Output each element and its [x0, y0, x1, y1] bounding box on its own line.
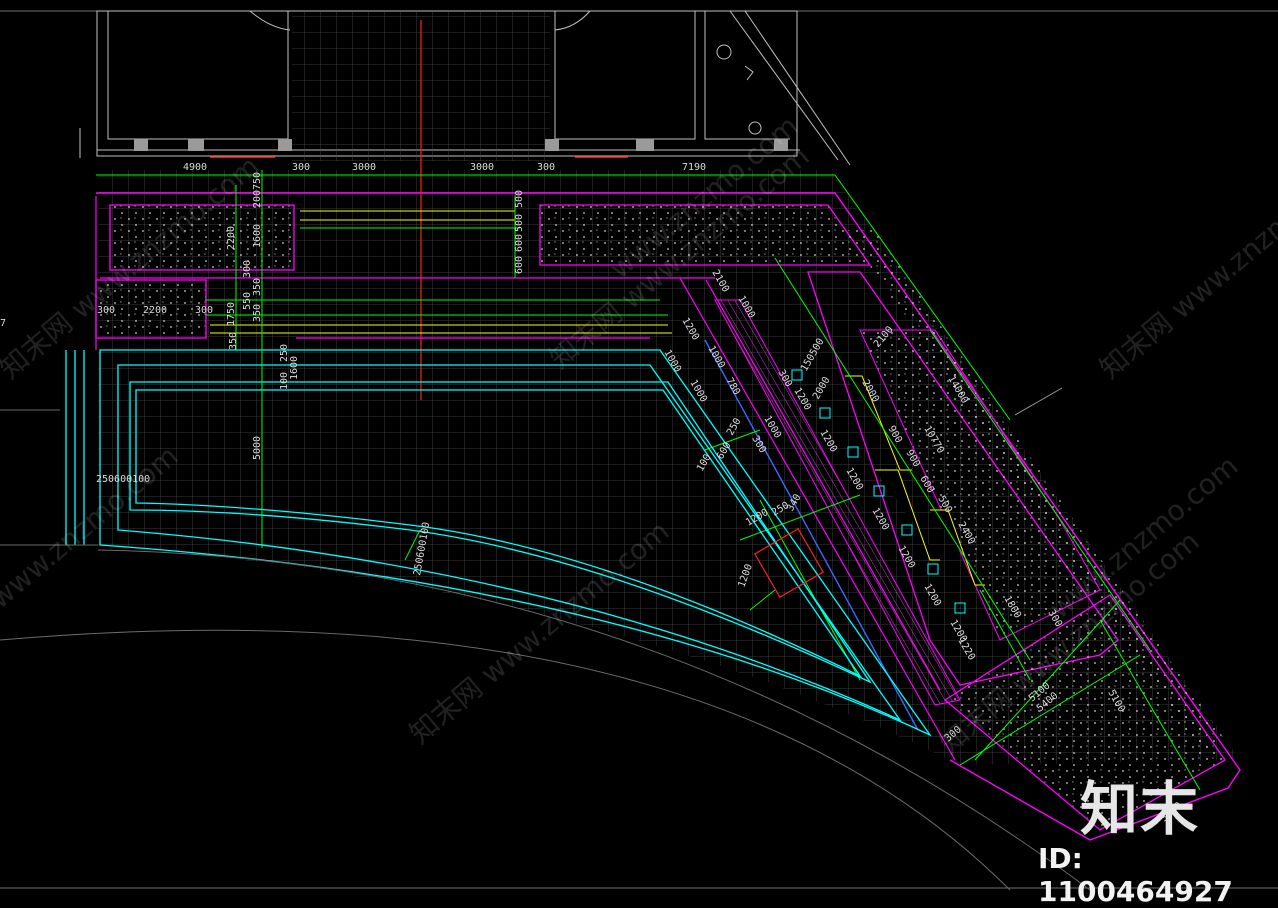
- dim-label: 750: [252, 172, 263, 190]
- dim-label: 5000: [252, 436, 263, 460]
- dim-label: 4900: [183, 162, 207, 173]
- dim-label: 3000: [352, 162, 376, 173]
- dim-label: 300: [195, 305, 213, 316]
- dim-label: 2200: [143, 305, 167, 316]
- dim-label: 500: [514, 190, 525, 208]
- dim-label: 350: [228, 332, 239, 350]
- dim-label: 300: [292, 162, 310, 173]
- leader-right: [1014, 387, 1063, 416]
- dim-label: 1600: [252, 224, 263, 248]
- dim-label: 600: [514, 256, 525, 274]
- logo-text: 知末: [1080, 775, 1201, 843]
- dim-label: 3000: [470, 162, 494, 173]
- dim-label: 7190: [682, 162, 706, 173]
- dim-label: 2200: [226, 226, 237, 250]
- dim-label: 300: [97, 305, 115, 316]
- watermark-4: 知末网 www.znzmo.com: [1093, 149, 1278, 385]
- dim-label: 600: [514, 234, 525, 252]
- dim-label: 350: [252, 304, 263, 322]
- dim-label: 1750: [226, 302, 237, 326]
- dim-label: 1600: [289, 356, 300, 380]
- dim-label: 300: [537, 162, 555, 173]
- dim-label: 200: [252, 190, 263, 208]
- image-id-label: ID: 1100464927: [1038, 842, 1233, 908]
- dim-label: 250600100: [96, 474, 150, 485]
- dim-label: 500: [514, 214, 525, 232]
- dim-label: 350: [252, 278, 263, 296]
- dim-label: 300: [242, 260, 253, 278]
- dim-label: 7: [0, 318, 6, 329]
